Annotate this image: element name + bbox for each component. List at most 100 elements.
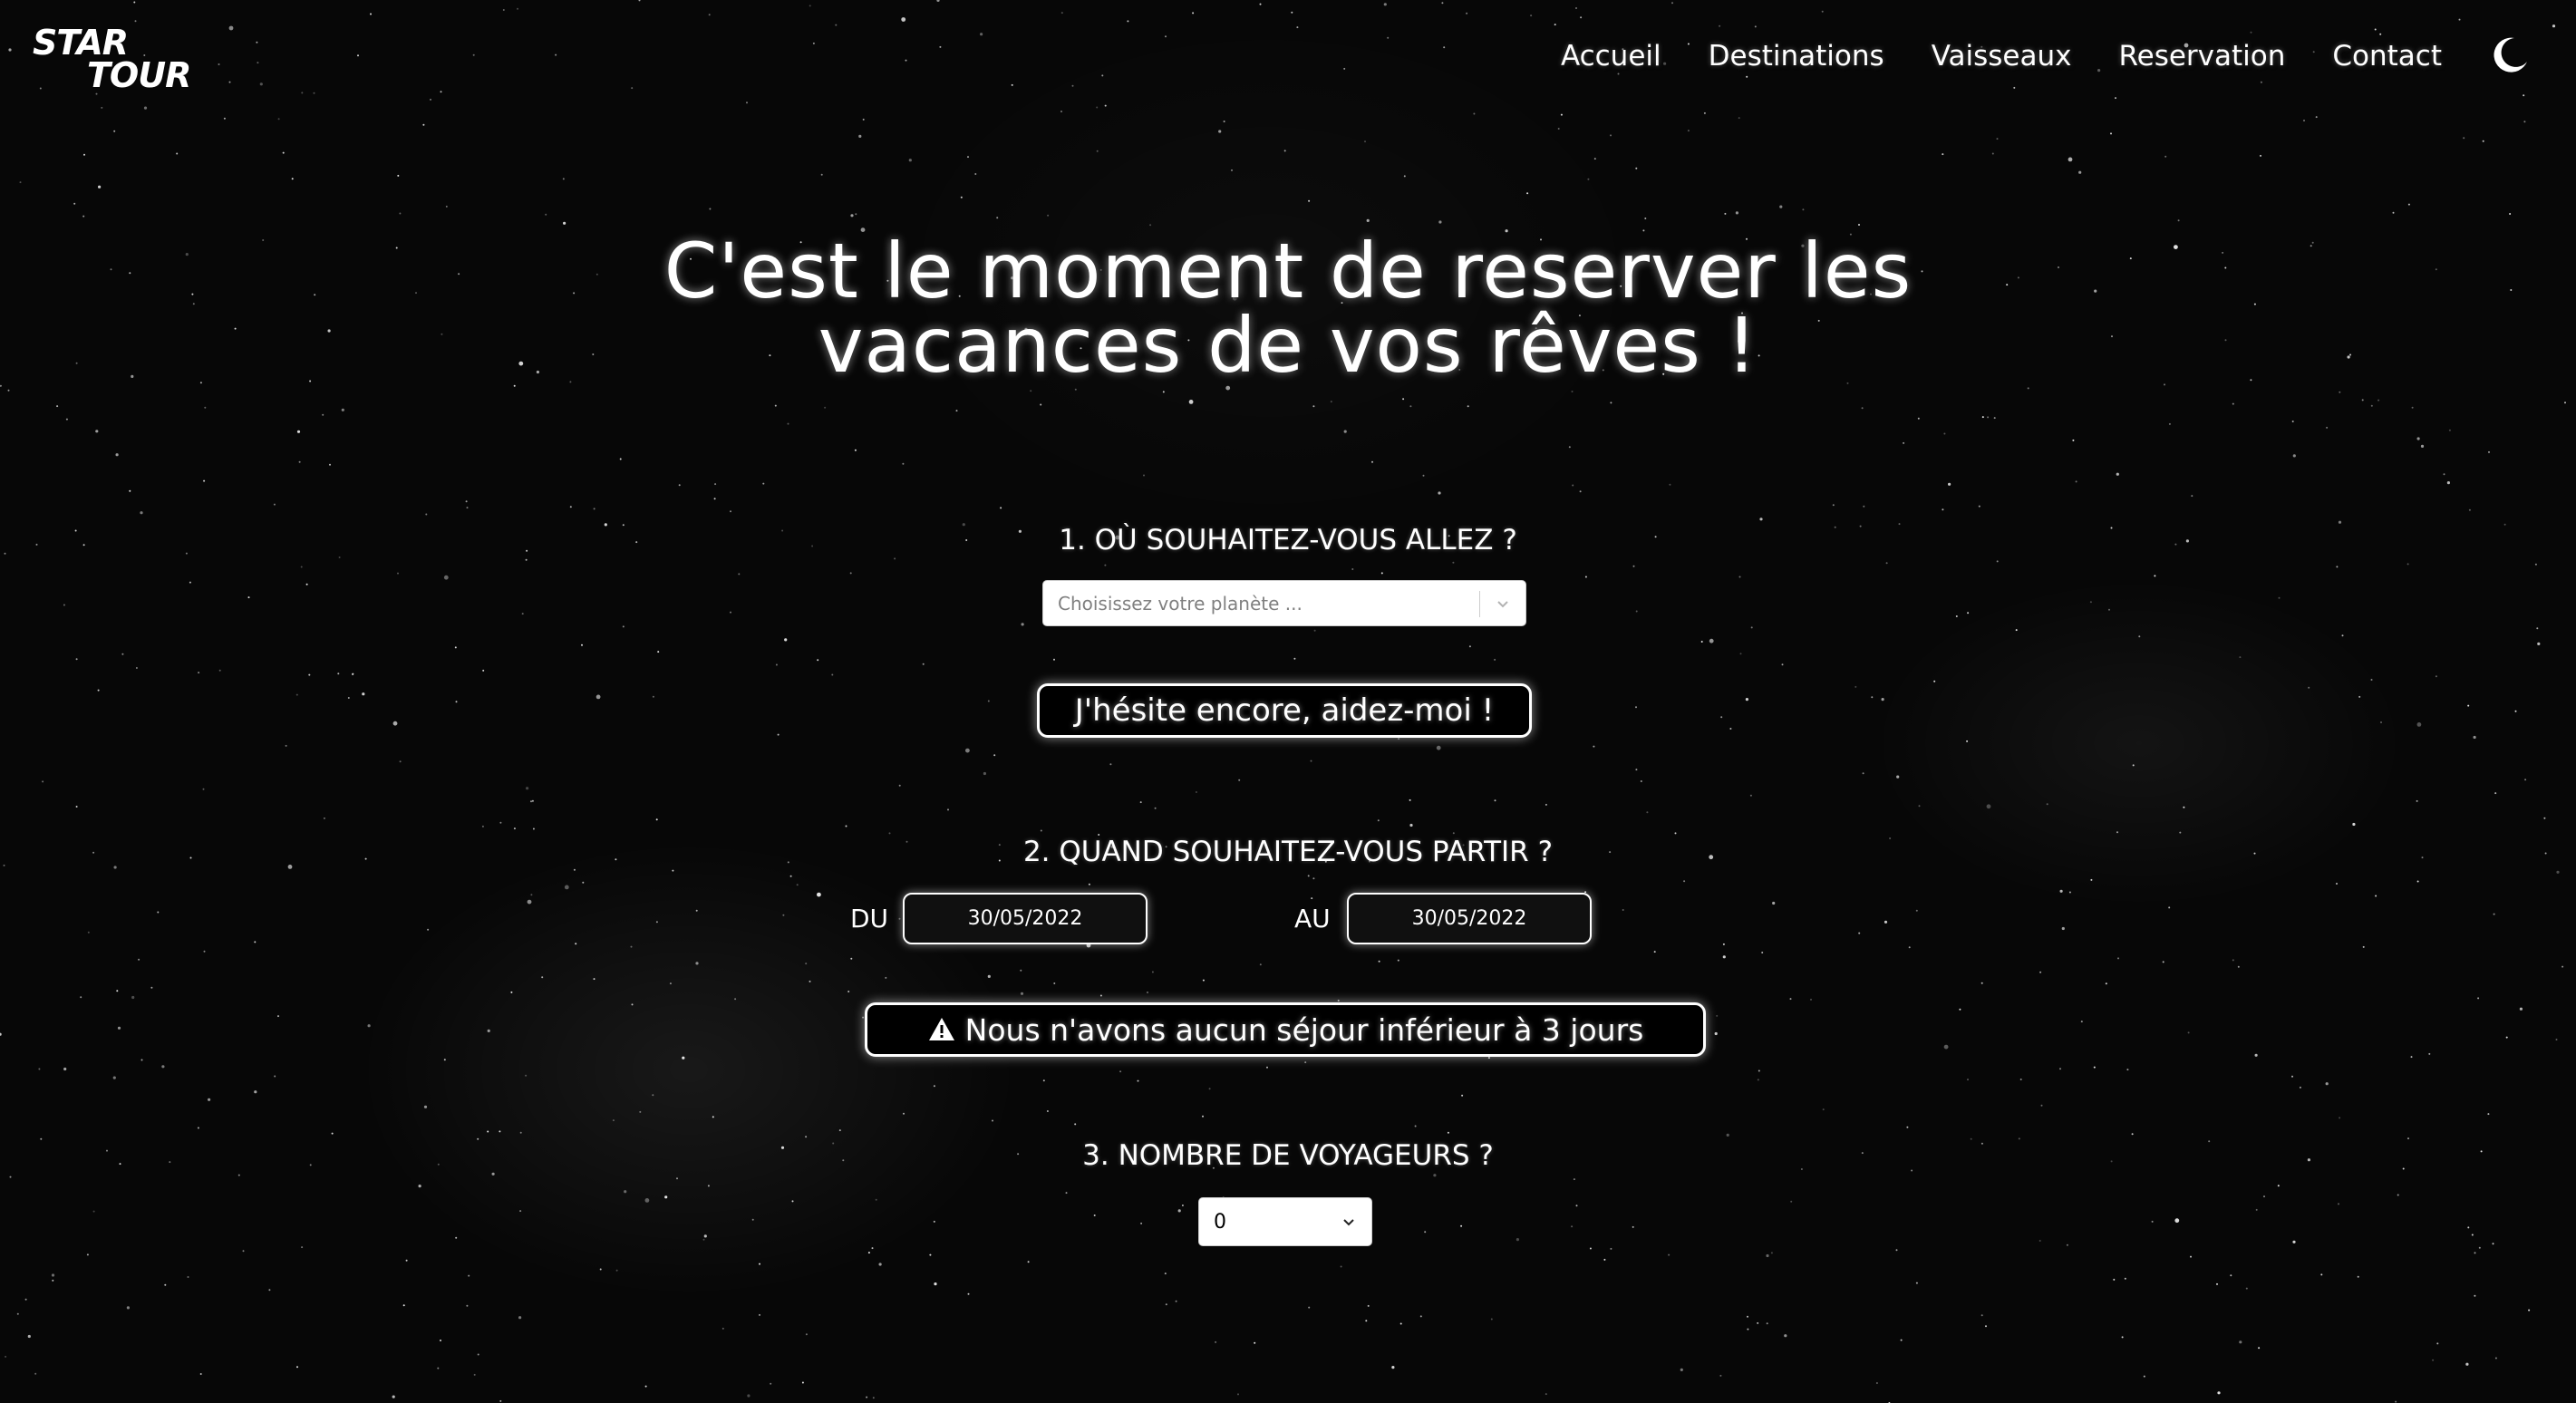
main-nav: Accueil Destinations Vaisseaux Reservati… — [1561, 40, 2442, 73]
star-dot — [2143, 1375, 2145, 1378]
star-dot — [672, 869, 674, 872]
planet-select[interactable]: Choisissez votre planète ... — [1042, 580, 1526, 626]
star-dot — [63, 1067, 67, 1071]
star-dot — [422, 123, 425, 126]
chevron-down-icon — [1343, 1219, 1354, 1226]
star-dot — [2458, 18, 2461, 21]
star-dot — [2468, 508, 2471, 511]
star-dot — [1955, 615, 1958, 617]
star-dot — [2514, 710, 2517, 712]
star-dot — [1789, 998, 1792, 1001]
star-dot — [965, 748, 970, 753]
star-dot — [491, 1172, 495, 1176]
star-dot — [2357, 1275, 2359, 1278]
theme-toggle-button[interactable] — [2489, 34, 2531, 76]
star-dot — [477, 1353, 479, 1356]
date-to-input[interactable]: 30/05/2022 — [1347, 893, 1592, 944]
star-dot — [2151, 1220, 2154, 1223]
star-dot — [2174, 1218, 2180, 1224]
travelers-select[interactable]: 0 — [1198, 1197, 1372, 1246]
star-dot — [1959, 1008, 1961, 1011]
star-dot — [454, 646, 457, 649]
star-dot — [922, 663, 925, 665]
star-dot — [2339, 391, 2341, 393]
star-dot — [2260, 81, 2262, 83]
star-dot — [1526, 192, 1529, 195]
star-dot — [2291, 1075, 2293, 1078]
star-dot — [1580, 16, 1583, 19]
star-dot — [784, 638, 788, 642]
star-dot — [2187, 1031, 2190, 1034]
star-dot — [875, 1198, 877, 1201]
star-dot — [1687, 130, 1690, 132]
star-dot — [1053, 658, 1055, 661]
star-dot — [1863, 505, 1865, 508]
star-dot — [933, 1220, 935, 1223]
star-dot — [1986, 804, 1991, 809]
star-dot — [1366, 218, 1370, 222]
star-dot — [2494, 792, 2497, 795]
star-dot — [1749, 794, 1752, 797]
star-dot — [2177, 219, 2180, 222]
star-dot — [2494, 1357, 2497, 1359]
chevron-down-icon — [1497, 601, 1508, 608]
star-dot — [1766, 1253, 1769, 1258]
star-dot — [1088, 883, 1090, 885]
star-dot — [1579, 490, 1582, 493]
star-dot — [2537, 642, 2541, 646]
site-logo[interactable]: STAR TOUR — [33, 25, 205, 98]
star-dot — [714, 483, 717, 486]
star-dot — [777, 733, 780, 736]
star-dot — [164, 1283, 167, 1286]
star-dot — [809, 5, 811, 7]
nav-link-accueil[interactable]: Accueil — [1561, 40, 1661, 73]
star-dot — [1308, 1306, 1311, 1309]
page-title-line-2: vacances de vos rêves ! — [818, 301, 1758, 390]
star-dot — [573, 868, 576, 871]
nav-link-vaisseaux[interactable]: Vaisseaux — [1932, 40, 2072, 73]
star-dot — [992, 1119, 993, 1122]
star-dot — [202, 788, 205, 790]
star-dot — [1610, 402, 1612, 404]
star-dot — [1473, 112, 1476, 115]
star-dot — [1436, 745, 1441, 750]
star-dot — [392, 721, 398, 726]
star-dot — [2217, 1391, 2221, 1395]
star-dot — [2474, 1294, 2476, 1297]
star-dot — [1188, 400, 1194, 404]
star-dot — [1967, 1079, 1969, 1081]
nav-link-reservation[interactable]: Reservation — [2118, 40, 2285, 73]
star-dot — [2407, 563, 2409, 566]
star-dot — [638, 0, 641, 2]
star-dot — [52, 1279, 54, 1282]
help-me-choose-button[interactable]: J'hésite encore, aidez-moi ! — [1037, 683, 1532, 738]
star-dot — [1885, 562, 1888, 565]
star-dot — [639, 1110, 642, 1113]
star-dot — [513, 827, 516, 830]
star-dot — [615, 1269, 618, 1272]
nav-link-contact[interactable]: Contact — [2332, 40, 2442, 73]
star-dot — [1722, 943, 1725, 945]
star-dot — [443, 1059, 446, 1061]
star-dot — [1896, 775, 1900, 779]
star-dot — [1766, 1322, 1768, 1325]
star-dot — [2254, 1053, 2258, 1057]
star-dot — [455, 701, 458, 703]
star-dot — [510, 991, 513, 993]
date-from-input[interactable]: 30/05/2022 — [903, 893, 1148, 944]
star-dot — [1365, 1320, 1368, 1322]
star-dot — [2239, 656, 2242, 659]
star-dot — [974, 173, 977, 175]
star-dot — [1162, 391, 1165, 393]
star-dot — [2292, 454, 2296, 458]
star-dot — [934, 1282, 937, 1286]
star-dot — [2410, 1056, 2413, 1059]
star-dot — [199, 1373, 202, 1375]
star-dot — [644, 1385, 647, 1388]
star-dot — [42, 780, 44, 783]
star-dot — [1053, 982, 1056, 984]
nav-link-destinations[interactable]: Destinations — [1709, 40, 1884, 73]
star-dot — [1208, 1088, 1211, 1090]
star-dot — [1884, 920, 1888, 924]
star-dot — [1293, 657, 1296, 660]
